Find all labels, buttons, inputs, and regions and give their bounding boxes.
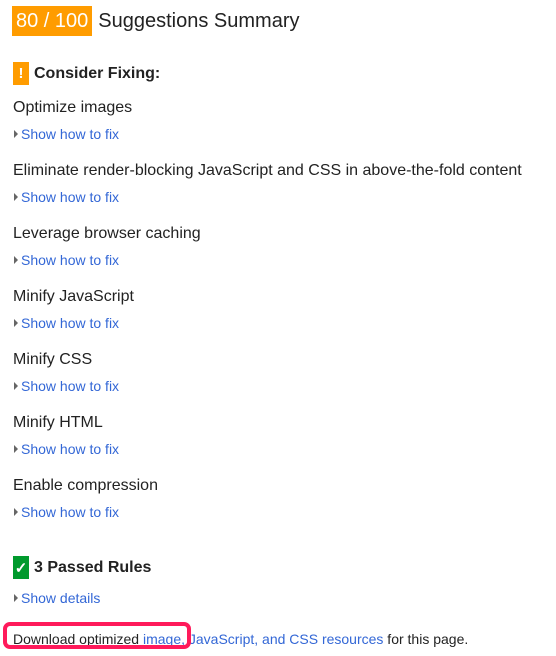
- consider-fixing-heading: ! Consider Fixing:: [13, 62, 160, 85]
- triangle-right-icon: [14, 256, 18, 264]
- show-details-toggle[interactable]: Show details: [13, 584, 100, 606]
- rule-name: Optimize images: [13, 99, 133, 116]
- triangle-right-icon: [14, 508, 18, 516]
- show-how-to-fix-toggle[interactable]: Show how to fix: [13, 315, 134, 331]
- score-header: 80 / 100 Suggestions Summary: [12, 6, 300, 36]
- show-how-to-fix-link[interactable]: Show how to fix: [21, 315, 119, 331]
- rule-name: Minify CSS: [13, 351, 93, 368]
- triangle-right-icon: [14, 594, 18, 602]
- score-badge: 80 / 100: [12, 6, 93, 36]
- passed-rules-label: 3 Passed Rules: [34, 558, 152, 576]
- passed-rules-heading: ✓ 3 Passed Rules: [13, 556, 151, 579]
- show-how-to-fix-toggle[interactable]: Show how to fix: [13, 126, 132, 142]
- triangle-right-icon: [14, 193, 18, 201]
- rule-name: Leverage browser caching: [13, 225, 201, 242]
- show-how-to-fix-toggle[interactable]: Show how to fix: [13, 189, 522, 205]
- show-how-to-fix-toggle[interactable]: Show how to fix: [13, 252, 201, 268]
- show-how-to-fix-toggle[interactable]: Show how to fix: [13, 504, 158, 520]
- consider-fixing-label: Consider Fixing:: [34, 64, 161, 82]
- rule-item: Minify HTML Show how to fix: [13, 413, 119, 457]
- rule-item: Optimize images Show how to fix: [13, 98, 132, 142]
- triangle-right-icon: [14, 445, 18, 453]
- download-suffix: for this page.: [383, 631, 469, 647]
- show-how-to-fix-link[interactable]: Show how to fix: [21, 189, 119, 205]
- show-how-to-fix-link[interactable]: Show how to fix: [21, 252, 119, 268]
- highlight-annotation: [3, 622, 191, 649]
- exclamation-icon: !: [13, 62, 29, 85]
- show-how-to-fix-link[interactable]: Show how to fix: [21, 504, 119, 520]
- triangle-right-icon: [14, 319, 18, 327]
- rule-item: Enable compression Show how to fix: [13, 476, 158, 520]
- show-how-to-fix-link[interactable]: Show how to fix: [21, 126, 119, 142]
- rule-name: Enable compression: [13, 477, 158, 494]
- page-title: Suggestions Summary: [98, 9, 300, 32]
- rule-name: Minify HTML: [13, 414, 103, 431]
- show-how-to-fix-toggle[interactable]: Show how to fix: [13, 378, 119, 394]
- show-how-to-fix-toggle[interactable]: Show how to fix: [13, 441, 119, 457]
- rule-item: Leverage browser caching Show how to fix: [13, 224, 201, 268]
- show-how-to-fix-link[interactable]: Show how to fix: [21, 378, 119, 394]
- rule-item: Minify JavaScript Show how to fix: [13, 287, 134, 331]
- triangle-right-icon: [14, 130, 18, 138]
- download-resources-link[interactable]: JavaScript, and CSS resources: [189, 631, 384, 647]
- rule-item: Minify CSS Show how to fix: [13, 350, 119, 394]
- show-details-link[interactable]: Show details: [21, 590, 100, 606]
- rule-item: Eliminate render-blocking JavaScript and…: [13, 161, 522, 205]
- rule-name: Eliminate render-blocking JavaScript and…: [13, 162, 522, 179]
- show-how-to-fix-link[interactable]: Show how to fix: [21, 441, 119, 457]
- checkmark-icon: ✓: [13, 556, 29, 579]
- rule-name: Minify JavaScript: [13, 288, 134, 305]
- triangle-right-icon: [14, 382, 18, 390]
